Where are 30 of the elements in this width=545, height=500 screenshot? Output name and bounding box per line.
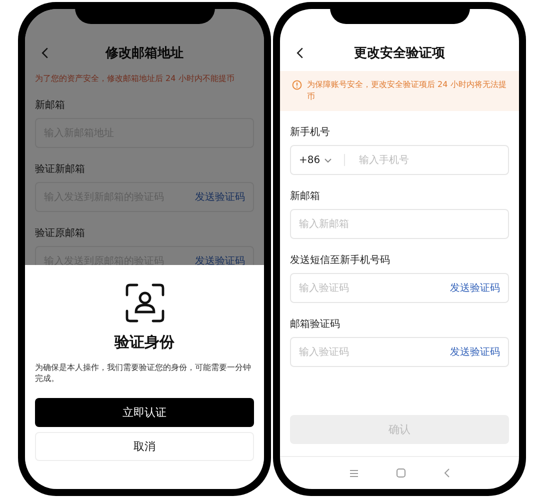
phone-input-field[interactable]: +86 输入手机号 bbox=[290, 145, 509, 175]
country-code-dropdown[interactable]: +86 bbox=[299, 154, 332, 166]
sheet-description: 为确保是本人操作，我们需要验证您的身份，可能需要一分钟完成。 bbox=[35, 362, 252, 384]
field-label: 验证原邮箱 bbox=[35, 226, 86, 240]
page-title: 更改安全验证项 bbox=[354, 44, 445, 62]
page-title: 修改邮箱地址 bbox=[106, 45, 184, 62]
warning-text: 为了您的资产安全，修改邮箱地址后 24 小时内不能提币 bbox=[35, 73, 236, 84]
field-label: 发送短信至新手机号码 bbox=[290, 254, 391, 267]
field-label: 邮箱验证码 bbox=[290, 318, 341, 331]
field-label: 新邮箱 bbox=[290, 190, 321, 203]
sheet-title: 验证身份 bbox=[114, 333, 174, 352]
notice-text: 为保障账号安全，更改安全验证项后 24 小时内将无法提币 bbox=[307, 79, 507, 103]
back-icon[interactable] bbox=[296, 47, 304, 59]
menu-icon[interactable] bbox=[348, 468, 359, 478]
info-icon bbox=[292, 80, 302, 90]
chevron-down-icon bbox=[324, 158, 332, 162]
input-field[interactable]: 输入验证码 发送验证码 bbox=[290, 337, 509, 367]
home-icon[interactable] bbox=[396, 468, 406, 478]
field-label: 验证新邮箱 bbox=[35, 162, 86, 176]
verify-button[interactable]: 立即认证 bbox=[35, 398, 254, 428]
send-code-link[interactable]: 发送验证码 bbox=[450, 345, 500, 359]
send-code-link[interactable]: 发送验证码 bbox=[195, 254, 245, 268]
send-code-link[interactable]: 发送验证码 bbox=[195, 190, 245, 204]
face-scan-icon bbox=[124, 283, 164, 323]
field-label: 新手机号 bbox=[290, 126, 331, 139]
cancel-button[interactable]: 取消 bbox=[35, 432, 254, 462]
input-field[interactable]: 输入验证码 发送验证码 bbox=[290, 273, 509, 303]
field-label: 新邮箱 bbox=[35, 98, 66, 112]
input-field[interactable]: 输入新邮箱 bbox=[290, 209, 509, 239]
send-code-link[interactable]: 发送验证码 bbox=[450, 281, 500, 295]
